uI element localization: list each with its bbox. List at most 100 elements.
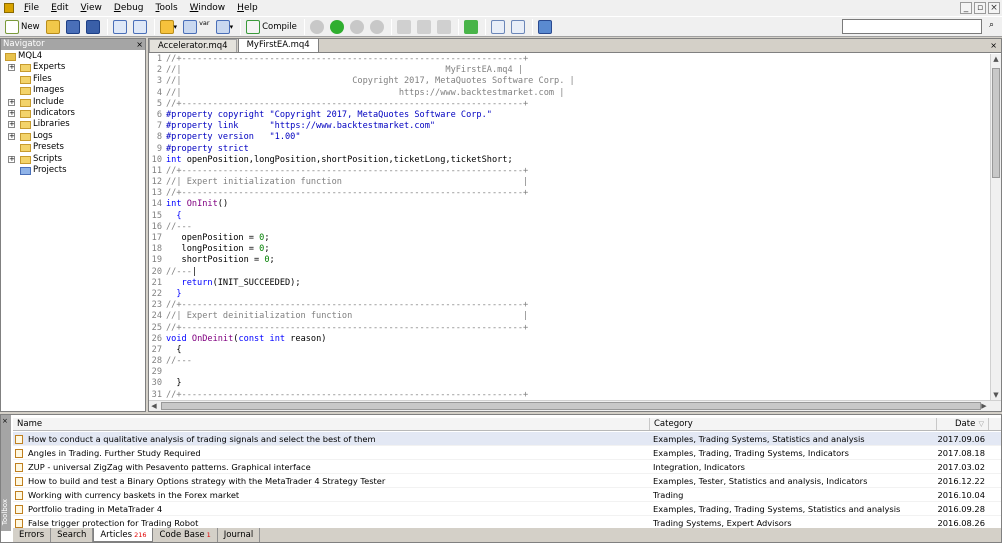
code-line[interactable]: 9 #property strict (149, 144, 989, 155)
tab-journal[interactable]: Journal (218, 528, 261, 542)
code-line[interactable]: 26 void OnDeinit(const int reason) (149, 334, 989, 345)
terminal-button[interactable] (536, 18, 554, 36)
tab-accelerator[interactable]: Accelerator.mq4 (149, 39, 237, 52)
paste-button[interactable] (509, 18, 527, 36)
table-row[interactable]: Portfolio trading in MetaTrader 4 Example… (13, 502, 1001, 516)
code-line[interactable]: 8 #property version "1.00" (149, 132, 989, 143)
save-button[interactable] (64, 18, 82, 36)
menu-tools[interactable]: Tools (150, 0, 184, 16)
column-header-category[interactable]: Category (650, 418, 937, 430)
tree-node-include[interactable]: + Include (1, 97, 145, 108)
column-header-name[interactable]: Name (13, 418, 650, 430)
search-input[interactable] (842, 19, 982, 34)
column-header-date[interactable]: Date ▽ (937, 418, 989, 430)
styler-button[interactable]: ▾ (158, 18, 180, 36)
editor-close-icon[interactable]: × (990, 41, 997, 50)
code-editor[interactable]: 1 //+------------------------------------… (149, 54, 989, 400)
open-button[interactable] (44, 18, 62, 36)
compile-button[interactable]: Compile (244, 18, 299, 36)
go-to-button[interactable] (462, 18, 480, 36)
code-line[interactable]: 5 //+------------------------------------… (149, 99, 989, 110)
code-line[interactable]: 20 //---| (149, 267, 989, 278)
scroll-left-icon[interactable]: ◀ (149, 401, 159, 411)
tab-search[interactable]: Search (51, 528, 94, 542)
menu-debug[interactable]: Debug (108, 0, 150, 16)
code-line[interactable]: 22 } (149, 289, 989, 300)
tab-code-base[interactable]: Code Base 1 (153, 528, 218, 542)
restore-icon[interactable]: ▫ (974, 2, 986, 14)
code-line[interactable]: 31 //+-----------------------------------… (149, 390, 989, 400)
code-line[interactable]: 29 (149, 367, 989, 378)
code-line[interactable]: 16 //--- (149, 222, 989, 233)
scrollbar-thumb[interactable] (992, 68, 1000, 178)
code-line[interactable]: 13 //+-----------------------------------… (149, 188, 989, 199)
insert-variable-button[interactable]: var (181, 18, 212, 36)
tree-node-projects[interactable]: Projects (1, 165, 145, 176)
vertical-scrollbar[interactable]: ▲ ▼ (990, 54, 1001, 400)
copy-button[interactable] (489, 18, 507, 36)
tree-node-libraries[interactable]: + Libraries (1, 119, 145, 130)
debug-pause-button[interactable] (348, 18, 366, 36)
code-line[interactable]: 30 } (149, 378, 989, 389)
code-line[interactable]: 19 shortPosition = 0; (149, 255, 989, 266)
code-line[interactable]: 27 { (149, 345, 989, 356)
debug-start-history-button[interactable] (308, 18, 326, 36)
expand-icon[interactable]: + (8, 109, 15, 117)
expand-icon[interactable]: + (8, 132, 15, 140)
tree-node-files[interactable]: Files (1, 74, 145, 85)
minimize-icon[interactable]: _ (960, 2, 972, 14)
toolbox-toggle-button[interactable] (131, 18, 149, 36)
table-row[interactable]: How to build and test a Binary Options s… (13, 474, 1001, 488)
expand-icon[interactable]: + (8, 98, 15, 106)
code-line[interactable]: 10 int openPosition,longPosition,shortPos… (149, 155, 989, 166)
expand-icon[interactable]: + (8, 155, 15, 163)
table-row[interactable]: Angles in Trading. Further Study Require… (13, 446, 1001, 460)
tree-node-experts[interactable]: + Experts (1, 62, 145, 73)
code-line[interactable]: 21 return(INIT_SUCCEEDED); (149, 278, 989, 289)
code-line[interactable]: 17 openPosition = 0; (149, 233, 989, 244)
menu-window[interactable]: Window (184, 0, 232, 16)
table-row[interactable]: Working with currency baskets in the For… (13, 488, 1001, 502)
scroll-down-icon[interactable]: ▼ (991, 390, 1001, 400)
tree-node-presets[interactable]: Presets (1, 142, 145, 153)
step-out-button[interactable] (435, 18, 453, 36)
expand-icon[interactable]: + (8, 64, 15, 72)
debug-stop-button[interactable] (368, 18, 386, 36)
expand-icon[interactable]: + (8, 121, 15, 129)
new-button[interactable]: New (3, 18, 42, 36)
code-line[interactable]: 3 //| Copyright 2017, MetaQuotes Software… (149, 76, 989, 87)
menu-edit[interactable]: Edit (45, 0, 74, 16)
step-over-button[interactable] (415, 18, 433, 36)
code-line[interactable]: 2 //| MyFirstEA.mq4 | (149, 65, 989, 76)
code-line[interactable]: 24 //| Expert deinitialization function | (149, 311, 989, 322)
step-into-button[interactable] (395, 18, 413, 36)
code-line[interactable]: 4 //| https://www.backtestmarket.com | (149, 88, 989, 99)
tree-node-indicators[interactable]: + Indicators (1, 108, 145, 119)
tree-node-scripts[interactable]: + Scripts (1, 154, 145, 165)
tree-node-logs[interactable]: + Logs (1, 131, 145, 142)
table-row[interactable]: How to conduct a qualitative analysis of… (13, 432, 1001, 446)
tree-root-mql4[interactable]: MQL4 (1, 51, 145, 62)
tab-errors[interactable]: Errors (13, 528, 52, 542)
table-row[interactable]: ZUP - universal ZigZag with Pesavento pa… (13, 460, 1001, 474)
navigator-close-icon[interactable]: × (136, 39, 143, 50)
scroll-right-icon[interactable]: ▶ (979, 401, 989, 411)
navigator-toggle-button[interactable] (111, 18, 129, 36)
code-line[interactable]: 7 #property link "https://www.backtestmar… (149, 121, 989, 132)
code-line[interactable]: 15 { (149, 211, 989, 222)
code-line[interactable]: 23 //+-----------------------------------… (149, 300, 989, 311)
close-icon[interactable]: × (988, 2, 1000, 14)
scroll-up-icon[interactable]: ▲ (991, 54, 1001, 64)
menu-file[interactable]: File (18, 0, 45, 16)
code-line[interactable]: 6 #property copyright "Copyright 2017, Me… (149, 110, 989, 121)
tab-myfirstea[interactable]: MyFirstEA.mq4 (237, 38, 319, 52)
horizontal-scrollbar[interactable]: ◀ ▶ (149, 400, 1001, 411)
tree-node-images[interactable]: Images (1, 85, 145, 96)
menu-help[interactable]: Help (231, 0, 264, 16)
search-icon[interactable]: ⌕ (989, 20, 994, 30)
save-all-button[interactable] (84, 18, 102, 36)
debug-start-button[interactable] (328, 18, 346, 36)
code-line[interactable]: 11 //+-----------------------------------… (149, 166, 989, 177)
tab-articles[interactable]: Articles 216 (93, 528, 154, 542)
insert-function-button[interactable]: ▾ (214, 18, 236, 36)
